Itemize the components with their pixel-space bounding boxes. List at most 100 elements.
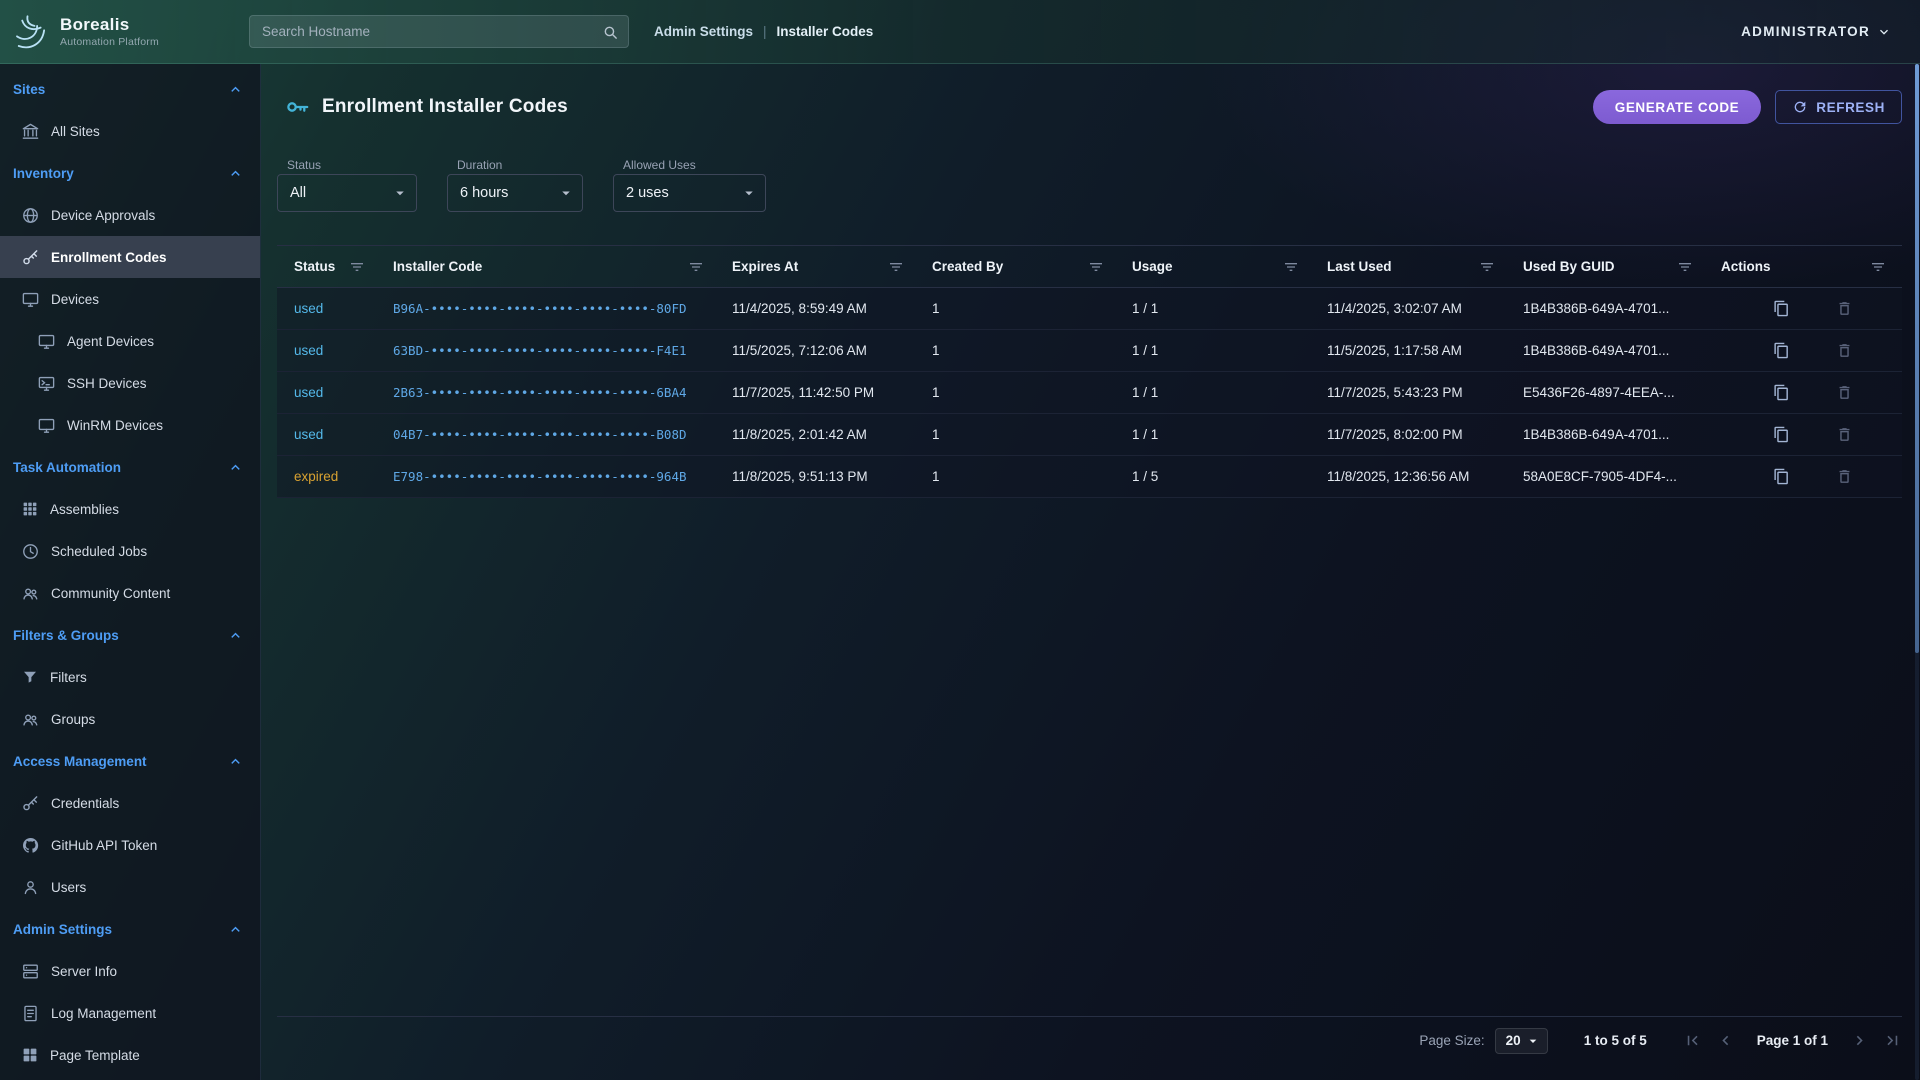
copy-button[interactable] — [1773, 300, 1790, 317]
col-installer-code: Installer Code — [393, 259, 732, 275]
sidebar-item-all-sites[interactable]: All Sites — [0, 110, 260, 152]
copy-button[interactable] — [1773, 342, 1790, 359]
table-row[interactable]: used 04B7-••••-••••-••••-••••-••••-••••-… — [277, 414, 1902, 456]
brand-subtitle: Automation Platform — [60, 36, 159, 48]
brand[interactable]: Borealis Automation Platform — [0, 11, 249, 53]
table-row[interactable]: used B96A-••••-••••-••••-••••-••••-••••-… — [277, 288, 1902, 330]
used-by-guid: 1B4B386B-649A-4701... — [1523, 427, 1721, 442]
filter-icon[interactable] — [1283, 259, 1299, 275]
sidebar-section-access-management[interactable]: Access Management — [0, 740, 260, 782]
allowed-uses-filter-select[interactable]: Allowed Uses 2 uses — [613, 158, 766, 212]
sidebar-item-users[interactable]: Users — [0, 866, 260, 908]
grid-icon — [21, 500, 39, 518]
expires-at: 11/8/2025, 9:51:13 PM — [732, 469, 932, 484]
usage: 1 / 5 — [1132, 469, 1327, 484]
chevron-up-icon — [227, 753, 244, 770]
codes-table: Status Installer Code Expires At Created… — [277, 245, 1902, 1064]
delete-button[interactable] — [1836, 300, 1853, 317]
pagination: Page Size: 20 1 to 5 of 5 Page 1 of 1 — [277, 1016, 1902, 1064]
monitor-icon — [37, 332, 56, 351]
table-row[interactable]: used 63BD-••••-••••-••••-••••-••••-••••-… — [277, 330, 1902, 372]
trash-icon — [1836, 468, 1853, 485]
search-icon — [602, 24, 619, 41]
sidebar-item-community-content[interactable]: Community Content — [0, 572, 260, 614]
scrollbar[interactable] — [1915, 64, 1919, 1080]
generate-code-button[interactable]: GENERATE CODE — [1593, 90, 1762, 124]
delete-button[interactable] — [1836, 426, 1853, 443]
sidebar-item-devices[interactable]: Devices — [0, 278, 260, 320]
last-page-button[interactable] — [1883, 1031, 1902, 1050]
filter-icon[interactable] — [1088, 259, 1104, 275]
expires-at: 11/5/2025, 7:12:06 AM — [732, 343, 932, 358]
filter-icon[interactable] — [888, 259, 904, 275]
scrollbar-thumb[interactable] — [1915, 64, 1919, 653]
used-by-guid: 1B4B386B-649A-4701... — [1523, 301, 1721, 316]
refresh-button[interactable]: REFRESH — [1775, 90, 1902, 124]
page-size-select[interactable]: 20 — [1495, 1028, 1548, 1054]
sidebar-item-server-info[interactable]: Server Info — [0, 950, 260, 992]
delete-button[interactable] — [1836, 384, 1853, 401]
page-title: Enrollment Installer Codes — [322, 96, 568, 118]
sidebar-section-inventory[interactable]: Inventory — [0, 152, 260, 194]
created-by: 1 — [932, 301, 1132, 316]
next-page-button[interactable] — [1850, 1031, 1869, 1050]
delete-button[interactable] — [1836, 342, 1853, 359]
sidebar-section-task-automation[interactable]: Task Automation — [0, 446, 260, 488]
table-row[interactable]: used 2B63-••••-••••-••••-••••-••••-••••-… — [277, 372, 1902, 414]
table-row[interactable]: expired E798-••••-••••-••••-••••-••••-••… — [277, 456, 1902, 498]
search-box — [249, 15, 629, 48]
search-input[interactable] — [250, 16, 628, 47]
page-range: 1 to 5 of 5 — [1584, 1033, 1647, 1048]
status-filter-select[interactable]: Status All — [277, 158, 417, 212]
sidebar-item-device-approvals[interactable]: Device Approvals — [0, 194, 260, 236]
duration-filter-select[interactable]: Duration 6 hours — [447, 158, 583, 212]
sidebar-item-log-management[interactable]: Log Management — [0, 992, 260, 1034]
last-used: 11/8/2025, 12:36:56 AM — [1327, 469, 1523, 484]
sidebar-item-ssh-devices[interactable]: SSH Devices — [0, 362, 260, 404]
layout-icon — [21, 1046, 39, 1064]
first-page-button[interactable] — [1683, 1031, 1702, 1050]
caret-down-icon — [391, 184, 409, 202]
sidebar-item-groups[interactable]: Groups — [0, 698, 260, 740]
caret-down-icon — [740, 184, 758, 202]
col-last-used: Last Used — [1327, 259, 1523, 275]
expires-at: 11/8/2025, 2:01:42 AM — [732, 427, 932, 442]
sidebar-item-credentials[interactable]: Credentials — [0, 782, 260, 824]
copy-button[interactable] — [1773, 426, 1790, 443]
refresh-icon — [1792, 99, 1808, 115]
sidebar-section-admin-settings[interactable]: Admin Settings — [0, 908, 260, 950]
copy-icon — [1773, 300, 1790, 317]
copy-button[interactable] — [1773, 384, 1790, 401]
sidebar-item-github-api-token[interactable]: GitHub API Token — [0, 824, 260, 866]
sidebar-item-page-template[interactable]: Page Template — [0, 1034, 260, 1076]
prev-page-button[interactable] — [1716, 1031, 1735, 1050]
filter-icon[interactable] — [1870, 259, 1886, 275]
trash-icon — [1836, 300, 1853, 317]
breadcrumb-parent[interactable]: Admin Settings — [654, 24, 753, 39]
sidebar-item-agent-devices[interactable]: Agent Devices — [0, 320, 260, 362]
filter-icon[interactable] — [688, 259, 704, 275]
col-actions: Actions — [1721, 259, 1902, 275]
usage: 1 / 1 — [1132, 427, 1327, 442]
filter-icon[interactable] — [349, 259, 365, 275]
sidebar-item-scheduled-jobs[interactable]: Scheduled Jobs — [0, 530, 260, 572]
filter-icon[interactable] — [1677, 259, 1693, 275]
sidebar-item-assemblies[interactable]: Assemblies — [0, 488, 260, 530]
monitor-icon — [37, 416, 56, 435]
filters-row: Status All Duration 6 hours Allowed Uses… — [277, 158, 1902, 212]
col-used-by-guid: Used By GUID — [1523, 259, 1721, 275]
sidebar-item-enrollment-codes[interactable]: Enrollment Codes — [0, 236, 260, 278]
last-page-icon — [1883, 1031, 1902, 1050]
user-menu[interactable]: ADMINISTRATOR — [1741, 24, 1892, 40]
sidebar-section-sites[interactable]: Sites — [0, 68, 260, 110]
sidebar-item-winrm-devices[interactable]: WinRM Devices — [0, 404, 260, 446]
delete-button[interactable] — [1836, 468, 1853, 485]
filter-icon[interactable] — [1479, 259, 1495, 275]
sidebar-section-filters-groups[interactable]: Filters & Groups — [0, 614, 260, 656]
copy-icon — [1773, 384, 1790, 401]
sidebar-item-filters[interactable]: Filters — [0, 656, 260, 698]
copy-icon — [1773, 468, 1790, 485]
status-badge: expired — [294, 469, 338, 484]
last-used: 11/7/2025, 5:43:23 PM — [1327, 385, 1523, 400]
copy-button[interactable] — [1773, 468, 1790, 485]
